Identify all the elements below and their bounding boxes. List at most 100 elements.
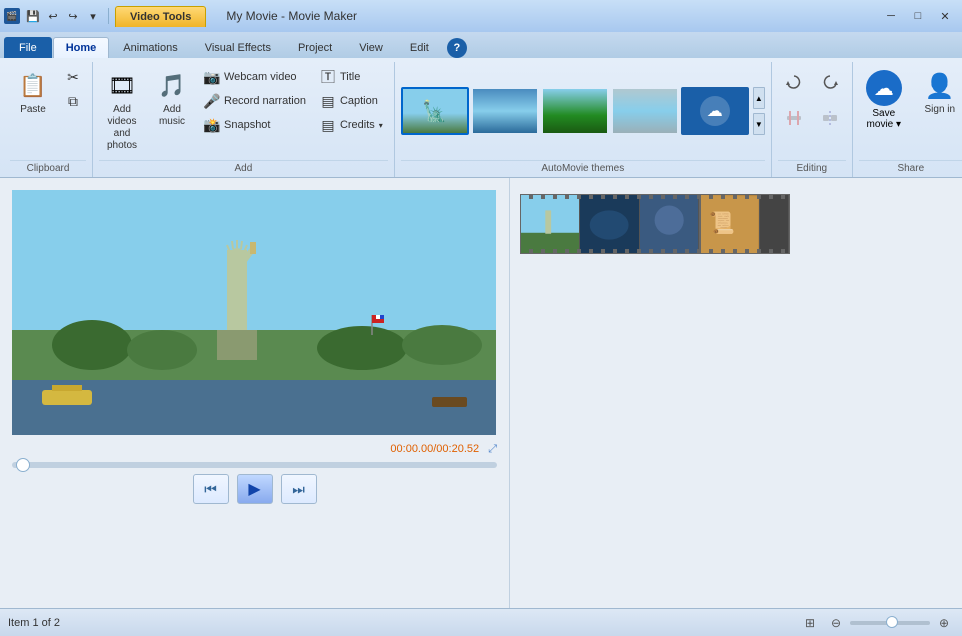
next-frame-button[interactable]: ⏭ [281, 474, 317, 504]
themes-scroll-down[interactable]: ▼ [753, 113, 765, 135]
share-content: ☁ Savemovie ▾ 👤 Sign in [859, 62, 962, 160]
caption-button[interactable]: ▤ Caption [315, 90, 388, 112]
minimize-button[interactable]: ─ [878, 7, 904, 25]
preview-controls: 00:00.00/00:20.52 ⤢ ⏮ ▶ ⏭ [12, 443, 497, 504]
copy-button[interactable]: ⧉ [60, 90, 86, 112]
trim-button[interactable] [778, 102, 810, 134]
theme-4[interactable] [611, 87, 679, 135]
help-button[interactable]: ? [447, 38, 467, 58]
zoom-thumb[interactable] [886, 616, 898, 628]
seek-bar[interactable] [12, 462, 497, 468]
frame-4: 📜 [701, 195, 760, 254]
film-clip-1[interactable] [520, 194, 700, 254]
automovie-group: 🗽 [395, 62, 772, 177]
paste-button[interactable]: 📋 Paste [10, 66, 56, 120]
maximize-button[interactable]: □ [905, 7, 931, 25]
rotate-left-button[interactable] [778, 66, 810, 98]
film-clip-2[interactable]: 📜 [700, 194, 790, 254]
theme-2[interactable] [471, 87, 539, 135]
webcam-icon: 📷 [204, 69, 220, 85]
webcam-video-button[interactable]: 📷 Webcam video [199, 66, 311, 88]
rotate-right-button[interactable] [814, 66, 846, 98]
tab-visual-effects[interactable]: Visual Effects [192, 37, 284, 58]
frame-1 [521, 195, 580, 254]
tab-edit[interactable]: Edit [397, 37, 442, 58]
snapshot-icon: 📸 [204, 117, 220, 133]
tab-project[interactable]: Project [285, 37, 345, 58]
expand-icon[interactable]: ⤢ [488, 443, 497, 455]
qa-dropdown-btn[interactable]: ▾ [84, 7, 102, 25]
add-videos-button[interactable]: 🎞 Add videosand photos [99, 66, 145, 156]
prev-frame-button[interactable]: ⏮ [193, 474, 229, 504]
status-bar: Item 1 of 2 ⊞ ⊖ ⊕ [0, 608, 962, 636]
snapshot-button[interactable]: 📸 Snapshot [199, 114, 311, 136]
total-time: 00:20.52 [436, 443, 479, 455]
editing-group: Editing [772, 62, 853, 177]
undo-quick-btn[interactable]: ↩ [44, 7, 62, 25]
credits-label: Credits [340, 119, 375, 131]
theme-1[interactable]: 🗽 [401, 87, 469, 135]
film-perforations-top-2 [701, 195, 789, 199]
app-icon: 🎬 [4, 8, 20, 24]
save-movie-button[interactable]: ☁ Savemovie ▾ [859, 66, 909, 134]
editing-label: Editing [778, 160, 846, 177]
title-button[interactable]: 🅃 Title [315, 66, 388, 88]
credits-dropdown: ▾ [379, 121, 383, 130]
credits-button[interactable]: ▤ Credits ▾ [315, 114, 388, 136]
zoom-in-button[interactable]: ⊕ [934, 613, 954, 633]
tab-animations[interactable]: Animations [110, 37, 190, 58]
playback-controls: ⏮ ▶ ⏭ [12, 474, 497, 504]
ribbon: File Home Animations Visual Effects Proj… [0, 32, 962, 178]
statue-scene [12, 190, 496, 435]
play-button[interactable]: ▶ [237, 474, 273, 504]
title-bar-left: 🎬 💾 ↩ ↪ ▾ Video Tools My Movie - Movie M… [4, 5, 373, 27]
add-music-icon: 🎵 [156, 70, 188, 102]
tab-home[interactable]: Home [53, 37, 110, 58]
storyboard-view-button[interactable]: ⊞ [800, 613, 820, 633]
add-content: 🎞 Add videosand photos 🎵 Add music 📷 Web… [99, 62, 388, 160]
frame-5 [760, 195, 789, 254]
main-content: 00:00.00/00:20.52 ⤢ ⏮ ▶ ⏭ [0, 178, 962, 608]
cut-button[interactable]: ✂ [60, 66, 86, 88]
microphone-icon: 🎤 [204, 93, 220, 109]
video-frame [12, 190, 496, 435]
frame-2 [580, 195, 639, 254]
status-right: ⊞ ⊖ ⊕ [800, 613, 954, 633]
cut-icon: ✂ [65, 69, 81, 85]
record-narration-label: Record narration [224, 95, 306, 107]
clipboard-group: 📋 Paste ✂ ⧉ Clipboard [4, 62, 93, 177]
zoom-out-button[interactable]: ⊖ [826, 613, 846, 633]
editing-content [778, 62, 846, 160]
tab-file[interactable]: File [4, 37, 52, 58]
save-quick-btn[interactable]: 💾 [24, 7, 42, 25]
seek-thumb[interactable] [16, 458, 30, 472]
themes-scroll-up[interactable]: ▲ [753, 87, 765, 109]
tab-view[interactable]: View [346, 37, 396, 58]
clipboard-label: Clipboard [10, 160, 86, 177]
close-button[interactable]: ✕ [932, 7, 958, 25]
preview-video [12, 190, 496, 435]
theme-3[interactable] [541, 87, 609, 135]
app-title: My Movie - Movie Maker [210, 5, 373, 27]
film-strip: 📜 [520, 194, 952, 254]
title-label: Title [340, 71, 360, 83]
credits-icon: ▤ [320, 117, 336, 133]
add-videos-icon: 🎞 [106, 70, 138, 102]
status-text: Item 1 of 2 [8, 617, 60, 629]
split-button[interactable] [814, 102, 846, 134]
zoom-track[interactable] [850, 621, 930, 625]
add-videos-label: Add videosand photos [106, 104, 138, 152]
svg-text:📜: 📜 [709, 211, 735, 235]
theme-5-selected[interactable]: ☁ [681, 87, 749, 135]
add-music-button[interactable]: 🎵 Add music [149, 66, 195, 132]
clip-frames-2: 📜 [701, 195, 789, 253]
sign-in-button[interactable]: 👤 Sign in [917, 66, 962, 120]
title-separator [108, 8, 109, 24]
record-narration-button[interactable]: 🎤 Record narration [199, 90, 311, 112]
add-music-label: Add music [156, 104, 188, 128]
ribbon-content: 📋 Paste ✂ ⧉ Clipboard 🎞 Add [0, 58, 962, 177]
title-group: 🅃 Title ▤ Caption ▤ Credits ▾ [315, 66, 388, 136]
preview-pane: 00:00.00/00:20.52 ⤢ ⏮ ▶ ⏭ [0, 178, 510, 608]
redo-quick-btn[interactable]: ↪ [64, 7, 82, 25]
share-group: ☁ Savemovie ▾ 👤 Sign in Share [853, 62, 962, 177]
